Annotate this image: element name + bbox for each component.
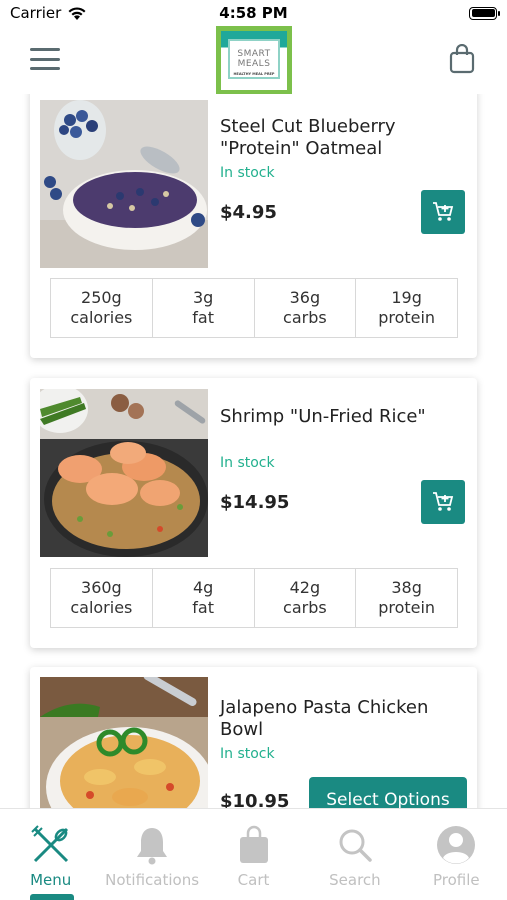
tab-profile-label: Profile (433, 871, 480, 889)
tab-cart[interactable]: Cart (203, 809, 304, 900)
menu-list[interactable]: Steel Cut Blueberry "Protein" Oatmeal In… (0, 94, 507, 808)
nutrition-carbs: 42g carbs (253, 569, 356, 627)
nutrition-calories: 250g calories (70, 288, 133, 327)
shopping-bag-icon (239, 825, 268, 863)
logo-line2: MEALS (237, 59, 271, 69)
add-to-cart-button[interactable] (421, 480, 465, 524)
stock-status: In stock (220, 746, 275, 762)
add-to-cart-icon (433, 202, 454, 221)
nutrition-protein: 38g protein (355, 569, 457, 627)
product-image-shrimp-rice[interactable] (40, 389, 208, 557)
select-options-button[interactable]: Select Options (309, 777, 467, 808)
tab-cart-label: Cart (237, 871, 270, 889)
app-header: SMART MEALS HEALTHY MEAL PREP (0, 26, 507, 94)
tab-notifications-label: Notifications (105, 871, 200, 889)
product-price: $4.95 (220, 202, 277, 223)
tab-search-label: Search (329, 871, 381, 889)
smart-meals-logo[interactable]: SMART MEALS HEALTHY MEAL PREP (216, 26, 292, 94)
logo-line1: SMART (237, 49, 271, 59)
product-card[interactable]: Shrimp "Un-Fried Rice" In stock $14.95 3… (30, 378, 477, 648)
stock-status: In stock (220, 455, 275, 471)
battery-icon (469, 6, 500, 20)
status-bar: Carrier 4:58 PM (0, 0, 507, 26)
bell-icon (137, 828, 168, 865)
shopping-bag-icon[interactable] (449, 44, 475, 74)
stock-status: In stock (220, 165, 275, 181)
add-to-cart-icon (433, 492, 454, 511)
profile-icon (437, 826, 476, 864)
nutrition-fat: 3g fat (151, 279, 254, 337)
search-icon (339, 829, 372, 862)
product-card[interactable]: Jalapeno Pasta Chicken Bowl In stock $10… (30, 667, 477, 808)
tab-profile[interactable]: Profile (406, 809, 507, 900)
nutrition-table: 250g calories 3g fat 36g carbs 19g protein (50, 278, 458, 338)
add-to-cart-button[interactable] (421, 190, 465, 234)
product-title[interactable]: Jalapeno Pasta Chicken Bowl (220, 697, 460, 741)
nutrition-fat: 4g fat (151, 569, 254, 627)
product-title[interactable]: Shrimp "Un-Fried Rice" (220, 406, 460, 428)
product-image-jalapeno-pasta[interactable] (40, 677, 208, 808)
hamburger-menu-icon[interactable] (30, 48, 60, 70)
nutrition-table: 360g calories 4g fat 42g carbs 38g protein (50, 568, 458, 628)
product-image-oatmeal[interactable] (40, 100, 208, 268)
tab-notifications[interactable]: Notifications (101, 809, 202, 900)
product-price: $14.95 (220, 492, 290, 513)
carrier-label: Carrier (10, 4, 62, 22)
tab-menu[interactable]: Menu (0, 809, 101, 900)
nutrition-calories: 360g calories (70, 578, 133, 617)
tab-search[interactable]: Search (304, 809, 405, 900)
nutrition-carbs: 36g carbs (253, 279, 356, 337)
nutrition-protein: 19g protein (355, 279, 457, 337)
utensils-icon (30, 825, 68, 863)
logo-tagline: HEALTHY MEAL PREP (233, 72, 275, 76)
tab-menu-label: Menu (30, 871, 72, 889)
product-price: $10.95 (220, 791, 290, 808)
product-card[interactable]: Steel Cut Blueberry "Protein" Oatmeal In… (30, 94, 477, 358)
wifi-icon (68, 6, 86, 20)
active-tab-indicator (30, 894, 74, 900)
bottom-tab-bar: Menu Notifications Cart Search Profile (0, 808, 507, 900)
product-title[interactable]: Steel Cut Blueberry "Protein" Oatmeal (220, 116, 460, 160)
